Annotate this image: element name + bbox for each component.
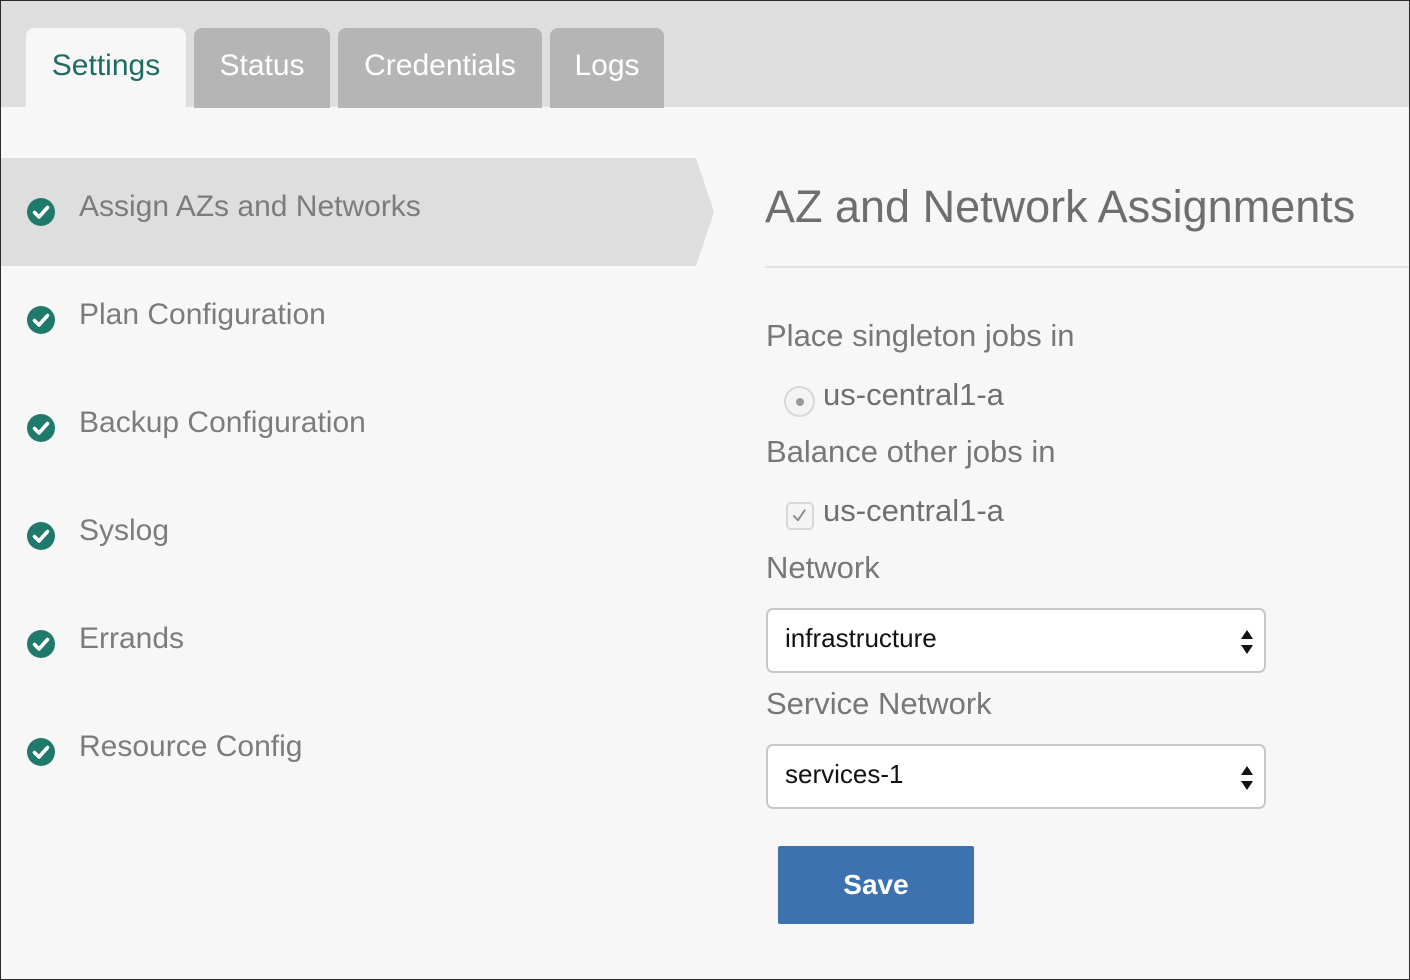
balance-az-checkbox[interactable] — [786, 502, 814, 530]
tab-status[interactable]: Status — [194, 28, 330, 108]
sidebar-item-label: Resource Config — [79, 730, 303, 763]
sidebar-item-label: Syslog — [79, 514, 170, 547]
check-circle-icon — [27, 414, 55, 442]
check-circle-icon — [27, 198, 55, 226]
sidebar-item-errands[interactable]: Errands — [1, 590, 721, 698]
check-circle-icon — [27, 630, 55, 658]
sidebar: Assign AZs and Networks Plan Configurati… — [1, 158, 721, 806]
service-network-select-value: services-1 — [785, 759, 904, 789]
sidebar-item-label: Backup Configuration — [79, 406, 366, 439]
network-label: Network — [766, 550, 880, 585]
select-arrows-icon — [1241, 766, 1253, 790]
network-select[interactable]: infrastructure — [766, 608, 1266, 673]
sidebar-item-assign-azs-and-networks[interactable]: Assign AZs and Networks — [1, 158, 721, 266]
sidebar-item-label: Plan Configuration — [79, 298, 326, 331]
select-arrows-icon — [1241, 630, 1253, 654]
save-button[interactable]: Save — [778, 846, 974, 924]
title-divider — [765, 266, 1409, 268]
tab-settings[interactable]: Settings — [26, 28, 186, 108]
sidebar-item-label: Errands — [79, 622, 185, 655]
balance-jobs-label: Balance other jobs in — [766, 434, 1056, 469]
check-circle-icon — [27, 738, 55, 766]
sidebar-item-resource-config[interactable]: Resource Config — [1, 698, 721, 806]
tab-credentials[interactable]: Credentials — [338, 28, 542, 108]
check-circle-icon — [27, 522, 55, 550]
page-title: AZ and Network Assignments — [765, 181, 1356, 232]
balance-az-option-label[interactable]: us-central1-a — [823, 493, 1004, 529]
sidebar-item-backup-configuration[interactable]: Backup Configuration — [1, 374, 721, 482]
checkmark-icon — [793, 509, 806, 522]
service-network-label: Service Network — [766, 686, 992, 721]
singleton-az-radio[interactable] — [784, 386, 815, 417]
network-select-value: infrastructure — [785, 623, 937, 653]
tab-logs[interactable]: Logs — [550, 28, 664, 108]
service-network-select[interactable]: services-1 — [766, 744, 1266, 809]
check-circle-icon — [27, 306, 55, 334]
sidebar-item-plan-configuration[interactable]: Plan Configuration — [1, 266, 721, 374]
sidebar-item-syslog[interactable]: Syslog — [1, 482, 721, 590]
singleton-az-option-label[interactable]: us-central1-a — [823, 377, 1004, 413]
tab-bar: Settings Status Credentials Logs — [1, 1, 1409, 108]
app-window: Settings Status Credentials Logs Assign … — [0, 0, 1410, 980]
radio-selected-dot — [796, 398, 804, 406]
singleton-jobs-label: Place singleton jobs in — [766, 318, 1075, 353]
sidebar-item-label: Assign AZs and Networks — [79, 190, 421, 223]
